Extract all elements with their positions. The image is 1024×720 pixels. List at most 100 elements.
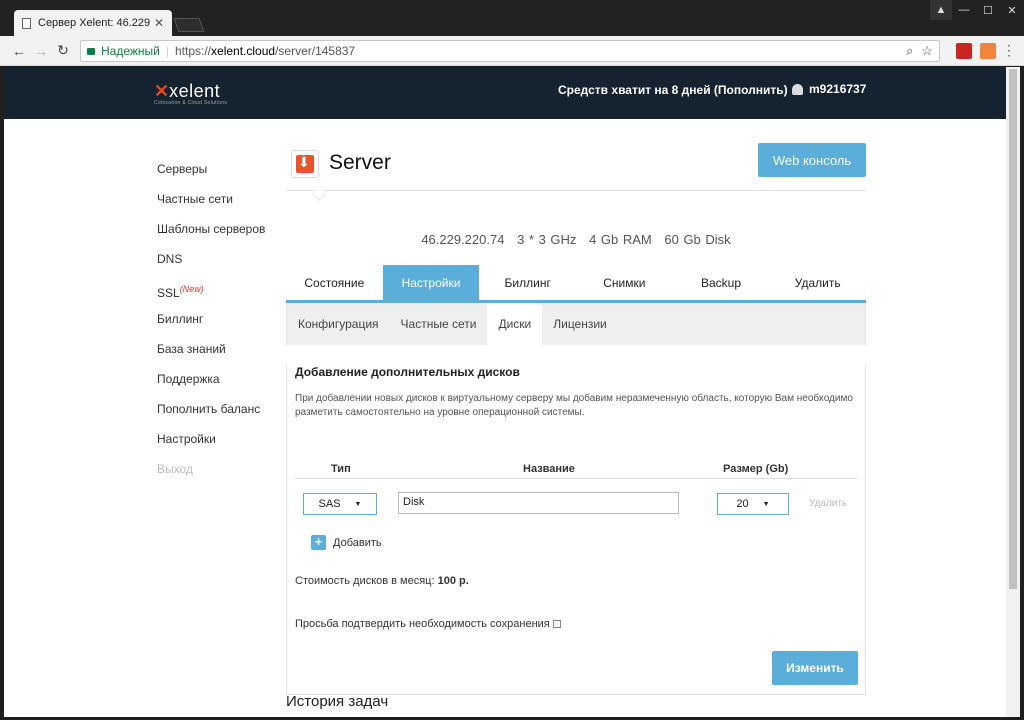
column-size: Размер (Gb) [723,463,789,475]
account-menu[interactable]: m9216737 [792,82,866,96]
scrollbar-thumb[interactable] [1009,69,1017,589]
subtab-disks[interactable]: Диски [487,303,543,345]
disk-type-select[interactable]: SAS ▼ [303,493,377,515]
add-disk-label: Добавить [333,536,382,549]
maximize-icon[interactable]: ☐ [976,0,1000,20]
server-cpu: 3 * 3 GHz [517,232,577,247]
user-icon [792,83,803,95]
disk-type-value: SAS [318,498,341,510]
browser-tabbar: Сервер Xelent: 46.229.220.74 ✕ ▲ — ☐ ✕ [0,0,1024,36]
new-tab-button[interactable] [173,18,205,32]
settings-subtabs: Конфигурация Частные сети Диски Лицензии [286,303,866,345]
address-bar[interactable]: Надежный | https://xelent.cloud/server/1… [80,39,940,62]
xelent-logo[interactable]: ✕xelent Colocation & Cloud Solutions [154,81,227,106]
zoom-icon[interactable]: ⌕ [906,43,913,59]
logo-mark-icon: ✕ [154,81,170,101]
page-title: Server [329,151,391,174]
delete-disk-link[interactable]: Удалить [809,498,847,509]
sidebar-item-settings[interactable]: Настройки [157,429,265,459]
url-path: /server/145837 [275,43,356,58]
secure-label: Надежный [101,43,160,58]
logo-word: xelent [169,81,221,101]
reload-icon[interactable]: ↻ [52,42,74,59]
confirm-row: Просьба подтвердить необходимость сохран… [295,618,561,630]
cost-label: Стоимость дисков в месяц: [295,575,435,587]
browser-tab[interactable]: Сервер Xelent: 46.229.220.74 ✕ [14,10,172,36]
tab-billing[interactable]: Биллинг [479,265,576,300]
sidebar-item-private-networks[interactable]: Частные сети [157,189,265,219]
tab-title: Сервер Xelent: 46.229.220.74 [38,17,150,29]
tab-settings[interactable]: Настройки [382,265,480,300]
bookmark-star-icon[interactable]: ☆ [921,43,933,59]
server-download-icon [291,150,319,178]
chevron-down-icon: ▼ [762,500,770,508]
new-badge: (New) [179,284,204,294]
forward-icon[interactable]: → [30,43,52,59]
subtab-private-networks[interactable]: Частные сети [390,303,488,345]
disk-cost: Стоимость дисков в месяц: 100 р. [295,575,469,587]
back-icon[interactable]: ← [8,43,30,59]
column-type: Тип [331,463,351,475]
web-console-button[interactable]: Web консоль [758,143,866,177]
plus-icon: + [311,535,326,550]
logo-tagline: Colocation & Cloud Solutions [154,100,228,106]
extension-icon[interactable] [980,42,996,59]
url-host: xelent.cloud [211,43,276,58]
window-controls: ▲ — ☐ ✕ [930,0,1024,20]
server-tabs: Состояние Настройки Биллинг Снимки Backu… [286,265,866,303]
url-text[interactable]: https://xelent.cloud/server/145837 [175,44,898,58]
confirm-checkbox[interactable] [552,620,561,628]
sidebar-item-server-templates[interactable]: Шаблоны серверов [157,219,265,249]
change-button[interactable]: Изменить [772,651,858,685]
browser-toolbar: ← → ↻ Надежный | https://xelent.cloud/se… [0,36,1024,66]
disk-size-select[interactable]: 20 ▼ [717,493,789,515]
cost-value: 100 р. [437,575,469,587]
sidebar-item-top-up[interactable]: Пополнить баланс [157,399,265,429]
disks-heading: Добавление дополнительных дисков [295,365,520,379]
close-window-icon[interactable]: ✕ [1000,0,1024,20]
sidebar-nav: Серверы Частные сети Шаблоны серверов DN… [157,159,265,489]
sidebar-item-knowledge-base[interactable]: База знаний [157,339,265,369]
site-header: ✕xelent Colocation & Cloud Solutions Сре… [4,67,1006,119]
lock-icon [87,48,95,55]
sidebar-item-servers[interactable]: Серверы [157,159,265,189]
disks-panel: Добавление дополнительных дисков При доб… [286,365,866,695]
sidebar-item-logout[interactable]: Выход [157,459,265,489]
disks-table-header: Тип Название Размер (Gb) [295,463,857,479]
sidebar-item-support[interactable]: Поддержка [157,369,265,399]
sidebar-item-billing[interactable]: Биллинг [157,309,265,339]
server-header: Server Web консоль [286,143,866,202]
tab-backup[interactable]: Backup [673,265,770,300]
server-ram: 4 Gb RAM [589,232,652,247]
tab-snapshots[interactable]: Снимки [576,265,673,300]
column-name: Название [523,463,575,475]
url-scheme: https:// [175,43,212,58]
balance-link[interactable]: Средств хватит на 8 дней (Пополнить) [558,83,788,97]
add-disk-button[interactable]: + Добавить [311,535,382,550]
profile-icon[interactable]: ▲ [930,0,952,20]
document-icon [22,17,31,29]
close-tab-icon[interactable]: ✕ [154,16,164,30]
server-disk: 60 Gb Disk [664,232,731,247]
sidebar-item-ssl[interactable]: SSL(New) [157,279,265,309]
chevron-down-icon: ▼ [354,500,362,508]
tab-status[interactable]: Состояние [286,265,383,300]
disk-name-input[interactable]: Disk [398,492,679,514]
header-caret [311,186,327,202]
browser-menu-icon[interactable]: ⋮ [1002,42,1016,59]
minimize-icon[interactable]: — [952,0,976,20]
disk-size-value: 20 [736,498,749,510]
page-scrollbar[interactable] [1006,67,1020,717]
pdf-extension-icon[interactable] [956,42,972,59]
subtab-licenses[interactable]: Лицензии [542,303,618,345]
tab-delete[interactable]: Удалить [769,265,866,300]
confirm-label: Просьба подтвердить необходимость сохран… [295,618,550,630]
disks-description: При добавлении новых дисков к виртуально… [295,393,853,418]
sidebar-item-ssl-label: SSL [157,286,180,300]
server-specs: 46.229.220.74 3 * 3 GHz 4 Gb RAM 60 Gb D… [286,232,866,247]
main-content: Server Web консоль 46.229.220.74 3 * 3 G… [286,143,866,695]
sidebar-item-dns[interactable]: DNS [157,249,265,279]
page-viewport: ✕xelent Colocation & Cloud Solutions Сре… [4,67,1020,717]
server-ip: 46.229.220.74 [421,232,505,247]
subtab-configuration[interactable]: Конфигурация [287,303,390,345]
